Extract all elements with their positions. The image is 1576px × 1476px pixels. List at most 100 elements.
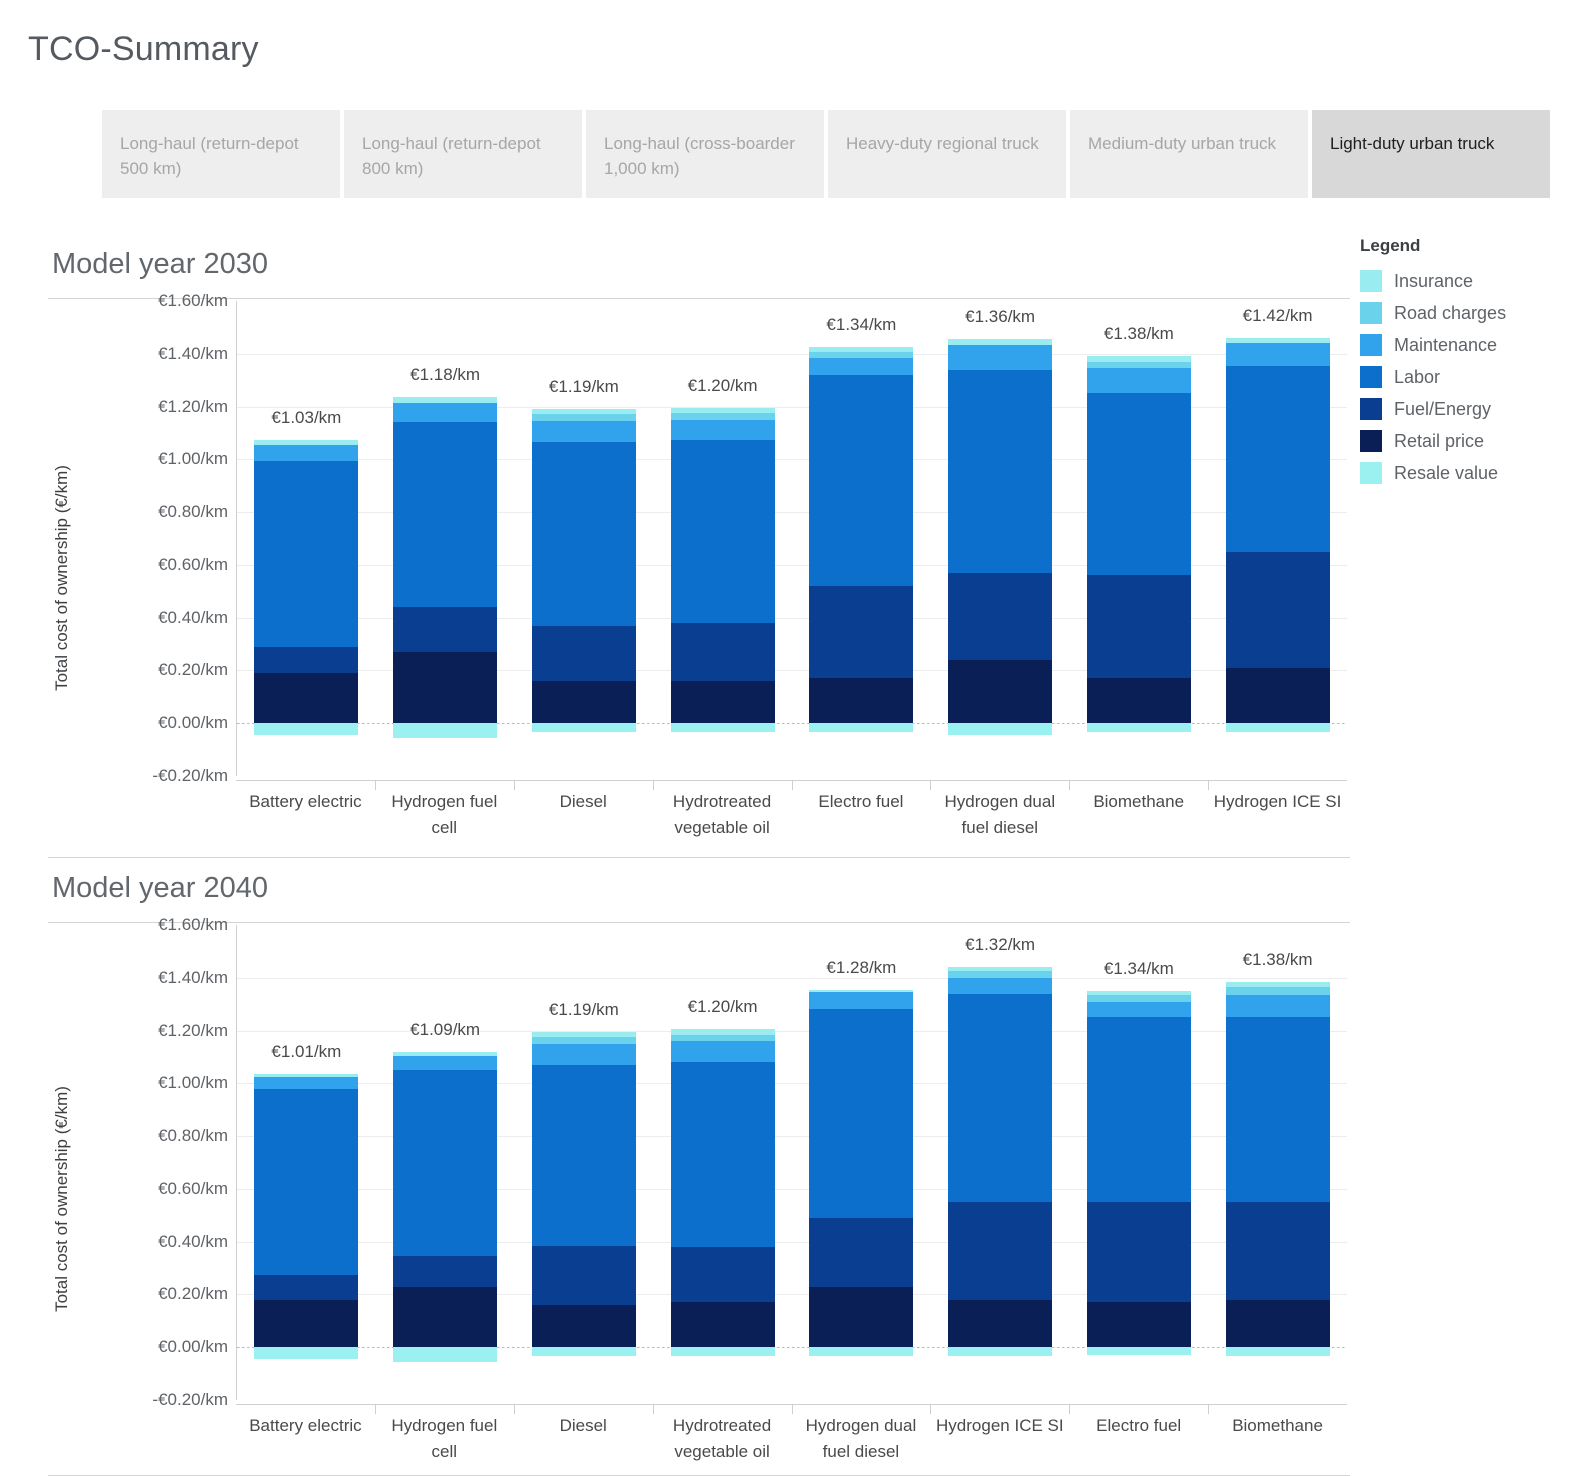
tab-long-haul-return-depot-500-km[interactable]: Long-haul (return-depot 500 km) [102,110,340,198]
bar-segment-retail-price[interactable] [948,659,1053,724]
legend-item-fuel-energy[interactable]: Fuel/Energy [1360,393,1570,425]
legend-item-maintenance[interactable]: Maintenance [1360,329,1570,361]
bar-segment-road-charges[interactable] [948,971,1053,978]
bar-segment-insurance[interactable] [948,967,1053,972]
bar-segment-resale-value[interactable] [948,1347,1053,1357]
bar-segment-labor[interactable] [1086,1017,1191,1203]
bar-segment-labor[interactable] [670,439,775,623]
bar-segment-fuel-energy[interactable] [809,586,914,679]
stacked-bar[interactable]: €1.01/km [254,925,359,1400]
tab-medium-duty-urban-truck[interactable]: Medium-duty urban truck [1070,110,1308,198]
bar-segment-fuel-energy[interactable] [670,1246,775,1303]
bar-segment-labor[interactable] [1086,393,1191,576]
bar-segment-labor[interactable] [809,1009,914,1218]
bar-segment-labor[interactable] [948,993,1053,1203]
bar-segment-maintenance[interactable] [670,419,775,440]
bar-segment-road-charges[interactable] [1225,987,1330,995]
bar-segment-maintenance[interactable] [393,1055,498,1071]
bar-segment-road-charges[interactable] [670,1034,775,1042]
bar-segment-labor[interactable] [1225,1017,1330,1203]
stacked-bar[interactable]: €1.19/km [531,925,636,1400]
legend-item-insurance[interactable]: Insurance [1360,265,1570,297]
bar-segment-maintenance[interactable] [809,357,914,375]
bar-segment-maintenance[interactable] [1086,1001,1191,1018]
bar-segment-resale-value[interactable] [948,723,1053,736]
stacked-bar[interactable]: €1.18/km [393,301,498,776]
tab-heavy-duty-regional-truck[interactable]: Heavy-duty regional truck [828,110,1066,198]
bar-segment-retail-price[interactable] [670,681,775,724]
legend-item-resale-value[interactable]: Resale value [1360,457,1570,489]
bar-segment-fuel-energy[interactable] [1086,575,1191,679]
bar-segment-retail-price[interactable] [1086,1302,1191,1348]
bar-segment-retail-price[interactable] [1225,667,1330,724]
bar-segment-insurance[interactable] [531,409,636,415]
bar-segment-insurance[interactable] [670,407,775,414]
stacked-bar[interactable]: €1.20/km [670,925,775,1400]
bar-segment-resale-value[interactable] [393,723,498,738]
bar-segment-fuel-energy[interactable] [1086,1202,1191,1303]
bar-segment-fuel-energy[interactable] [670,622,775,681]
stacked-bar[interactable]: €1.19/km [531,301,636,776]
bar-segment-fuel-energy[interactable] [393,607,498,652]
stacked-bar[interactable]: €1.36/km [948,301,1053,776]
bar-segment-road-charges[interactable] [670,413,775,420]
bar-segment-maintenance[interactable] [1086,368,1191,394]
bar-segment-road-charges[interactable] [1086,361,1191,369]
bar-segment-road-charges[interactable] [809,352,914,358]
stacked-bar[interactable]: €1.38/km [1086,301,1191,776]
bar-segment-retail-price[interactable] [254,673,359,724]
stacked-bar[interactable]: €1.34/km [809,301,914,776]
bar-segment-insurance[interactable] [1225,981,1330,987]
bar-segment-fuel-energy[interactable] [254,646,359,674]
bar-segment-maintenance[interactable] [393,402,498,423]
bar-segment-insurance[interactable] [531,1031,636,1038]
bar-segment-labor[interactable] [670,1062,775,1247]
stacked-bar[interactable]: €1.34/km [1086,925,1191,1400]
bar-segment-fuel-energy[interactable] [531,625,636,681]
bar-segment-fuel-energy[interactable] [531,1245,636,1305]
bar-segment-resale-value[interactable] [531,1347,636,1357]
bar-segment-labor[interactable] [948,369,1053,573]
bar-segment-retail-price[interactable] [254,1299,359,1348]
bar-segment-insurance[interactable] [254,439,359,445]
bar-segment-fuel-energy[interactable] [254,1274,359,1300]
legend-item-retail-price[interactable]: Retail price [1360,425,1570,457]
stacked-bar[interactable]: €1.20/km [670,301,775,776]
bar-segment-resale-value[interactable] [1086,1347,1191,1356]
bar-segment-resale-value[interactable] [809,1347,914,1357]
bar-segment-labor[interactable] [254,1088,359,1275]
bar-segment-resale-value[interactable] [254,723,359,736]
bar-segment-retail-price[interactable] [948,1299,1053,1348]
bar-segment-maintenance[interactable] [948,344,1053,370]
bar-segment-insurance[interactable] [1086,356,1191,362]
bar-segment-maintenance[interactable] [531,421,636,443]
bar-segment-fuel-energy[interactable] [948,572,1053,660]
bar-segment-resale-value[interactable] [531,723,636,733]
bar-segment-insurance[interactable] [809,347,914,353]
bar-segment-resale-value[interactable] [809,723,914,733]
tab-long-haul-cross-boarder-1-000-km[interactable]: Long-haul (cross-boarder 1,000 km) [586,110,824,198]
tab-light-duty-urban-truck[interactable]: Light-duty urban truck [1312,110,1550,198]
bar-segment-insurance[interactable] [393,397,498,403]
stacked-bar[interactable]: €1.38/km [1225,925,1330,1400]
bar-segment-retail-price[interactable] [809,678,914,724]
bar-segment-resale-value[interactable] [1225,1347,1330,1357]
bar-segment-maintenance[interactable] [254,444,359,461]
bar-segment-resale-value[interactable] [254,1347,359,1360]
bar-segment-retail-price[interactable] [393,651,498,724]
bar-segment-resale-value[interactable] [1086,723,1191,733]
bar-segment-insurance[interactable] [254,1074,359,1077]
bar-segment-maintenance[interactable] [254,1076,359,1089]
bar-segment-fuel-energy[interactable] [948,1202,1053,1300]
bar-segment-resale-value[interactable] [1225,723,1330,733]
bar-segment-fuel-energy[interactable] [809,1217,914,1287]
bar-segment-labor[interactable] [254,460,359,647]
bar-segment-insurance[interactable] [393,1051,498,1056]
bar-segment-labor[interactable] [393,422,498,608]
bar-segment-retail-price[interactable] [1086,678,1191,724]
bar-segment-road-charges[interactable] [531,1037,636,1044]
bar-segment-maintenance[interactable] [670,1041,775,1063]
bar-segment-labor[interactable] [809,374,914,586]
bar-segment-maintenance[interactable] [1225,343,1330,366]
tab-long-haul-return-depot-800-km[interactable]: Long-haul (return-depot 800 km) [344,110,582,198]
